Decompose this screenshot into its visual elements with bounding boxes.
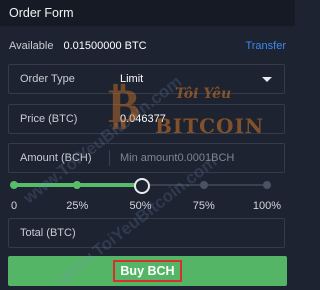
price-label: Price (BTC)	[20, 113, 78, 125]
buy-button[interactable]: Buy BCH	[8, 256, 287, 286]
amount-placeholder: Min amount0.0001BCH	[120, 152, 235, 164]
slider-labels: 0 25% 50% 75% 100%	[0, 200, 295, 214]
buy-button-label: Buy BCH	[113, 260, 182, 282]
available-label: Available	[9, 40, 54, 52]
slider-label-50: 50%	[129, 200, 152, 212]
amount-percent-slider[interactable]	[10, 176, 271, 194]
amount-label: Amount (BCH)	[20, 152, 92, 164]
chevron-down-icon	[262, 77, 272, 82]
slider-label-0: 0	[10, 200, 18, 212]
slider-mark-50[interactable]	[133, 178, 150, 194]
slider-label-75: 75%	[192, 200, 215, 212]
field-divider	[109, 150, 110, 166]
slider-label-25: 25%	[66, 200, 89, 212]
price-field[interactable]: Price (BTC) 0.046377	[8, 104, 285, 134]
slider-mark-100[interactable]	[263, 181, 271, 189]
order-type-value: Limit	[120, 73, 144, 85]
amount-field[interactable]: Amount (BCH) Min amount0.0001BCH	[8, 143, 285, 173]
total-field[interactable]: Total (BTC)	[8, 218, 285, 248]
slider-mark-0[interactable]	[10, 181, 18, 189]
total-label: Total (BTC)	[20, 227, 76, 239]
order-type-label: Order Type	[20, 73, 75, 85]
order-form-header: Order Form	[0, 0, 295, 26]
slider-mark-25[interactable]	[73, 181, 82, 189]
slider-mark-75[interactable]	[199, 181, 208, 189]
price-value: 0.046377	[120, 113, 166, 125]
slider-label-100: 100%	[252, 200, 282, 212]
available-balance-row: Available 0.01500000 BTC Transfer	[9, 38, 286, 54]
transfer-link[interactable]: Transfer	[245, 40, 286, 52]
available-value: 0.01500000 BTC	[63, 40, 147, 52]
page-title: Order Form	[9, 6, 74, 20]
order-type-select[interactable]: Order Type Limit	[8, 64, 285, 94]
